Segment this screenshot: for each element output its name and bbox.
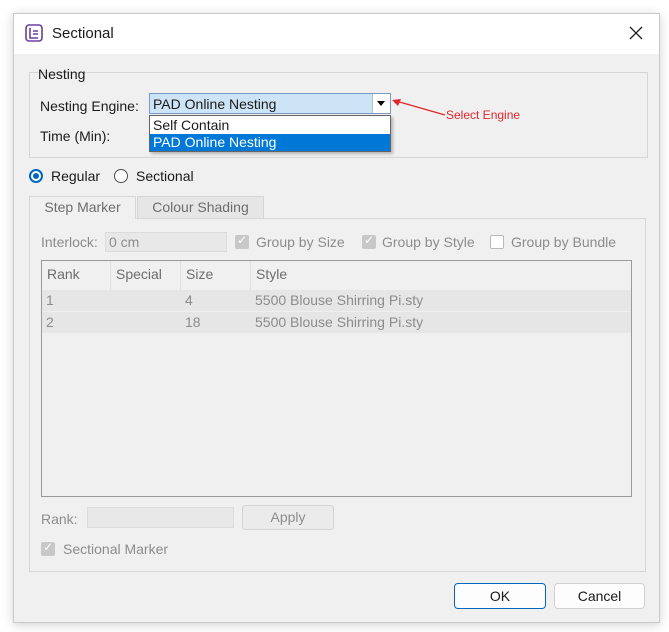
nesting-engine-select[interactable]: PAD Online Nesting bbox=[149, 93, 391, 114]
regular-radio[interactable] bbox=[29, 169, 43, 183]
tab-colour-shading[interactable]: Colour Shading bbox=[137, 196, 264, 218]
group-by-size-label: Group by Size bbox=[256, 234, 345, 250]
annotation-arrow-icon bbox=[392, 99, 446, 116]
column-rank[interactable]: Rank bbox=[42, 261, 111, 290]
table-row[interactable]: 1 4 5500 Blouse Shirring Pi.sty bbox=[42, 290, 631, 311]
interlock-label: Interlock: bbox=[41, 234, 98, 250]
table-row[interactable]: 2 18 5500 Blouse Shirring Pi.sty bbox=[42, 312, 631, 333]
time-label: Time (Min): bbox=[40, 128, 111, 144]
rank-label: Rank: bbox=[41, 511, 78, 527]
interlock-input[interactable]: 0 cm bbox=[105, 232, 227, 252]
sectional-marker-label: Sectional Marker bbox=[63, 541, 169, 557]
nesting-engine-dropdown: Self Contain PAD Online Nesting bbox=[149, 115, 391, 152]
sectional-radio[interactable] bbox=[114, 169, 128, 183]
close-button[interactable] bbox=[613, 14, 659, 54]
column-style[interactable]: Style bbox=[251, 261, 451, 290]
sectional-dialog: Sectional Nesting Nesting Engine: Time (… bbox=[13, 13, 660, 623]
cell-rank: 2 bbox=[46, 314, 54, 330]
column-size[interactable]: Size bbox=[181, 261, 251, 290]
sectional-radio-label[interactable]: Sectional bbox=[136, 168, 194, 184]
close-icon bbox=[629, 26, 643, 43]
window-title: Sectional bbox=[52, 25, 114, 42]
rank-input[interactable] bbox=[87, 507, 234, 528]
sectional-marker-checkbox[interactable] bbox=[41, 540, 55, 556]
tab-step-marker[interactable]: Step Marker bbox=[29, 196, 136, 219]
cell-size: 4 bbox=[185, 292, 193, 308]
dropdown-arrow-icon[interactable] bbox=[372, 94, 390, 113]
cell-size: 18 bbox=[185, 314, 201, 330]
nesting-group-title: Nesting bbox=[38, 66, 86, 82]
sectional-app-icon bbox=[25, 24, 43, 42]
cell-style: 5500 Blouse Shirring Pi.sty bbox=[255, 292, 424, 308]
nesting-engine-label: Nesting Engine: bbox=[40, 98, 139, 114]
cell-rank: 1 bbox=[46, 292, 54, 308]
group-by-style-label: Group by Style bbox=[382, 234, 475, 250]
column-special[interactable]: Special bbox=[111, 261, 181, 290]
marker-list[interactable]: Rank Special Size Style 1 4 5500 Blouse … bbox=[41, 260, 632, 497]
regular-radio-label[interactable]: Regular bbox=[51, 168, 100, 184]
group-by-bundle-label: Group by Bundle bbox=[511, 234, 617, 250]
nesting-engine-value: PAD Online Nesting bbox=[153, 96, 277, 112]
ok-button[interactable]: OK bbox=[454, 583, 546, 609]
group-by-style-checkbox[interactable] bbox=[362, 233, 376, 249]
annotation-label: Select Engine bbox=[446, 108, 521, 122]
apply-button[interactable]: Apply bbox=[242, 505, 334, 530]
group-by-bundle-checkbox[interactable] bbox=[490, 235, 504, 249]
option-pad-online-nesting[interactable]: PAD Online Nesting bbox=[150, 134, 390, 151]
option-self-contain[interactable]: Self Contain bbox=[150, 117, 390, 134]
cancel-button[interactable]: Cancel bbox=[554, 583, 645, 609]
list-header: Rank Special Size Style bbox=[42, 261, 631, 290]
group-by-size-checkbox[interactable] bbox=[235, 233, 249, 249]
cell-style: 5500 Blouse Shirring Pi.sty bbox=[255, 314, 424, 330]
title-bar: Sectional bbox=[14, 14, 659, 54]
